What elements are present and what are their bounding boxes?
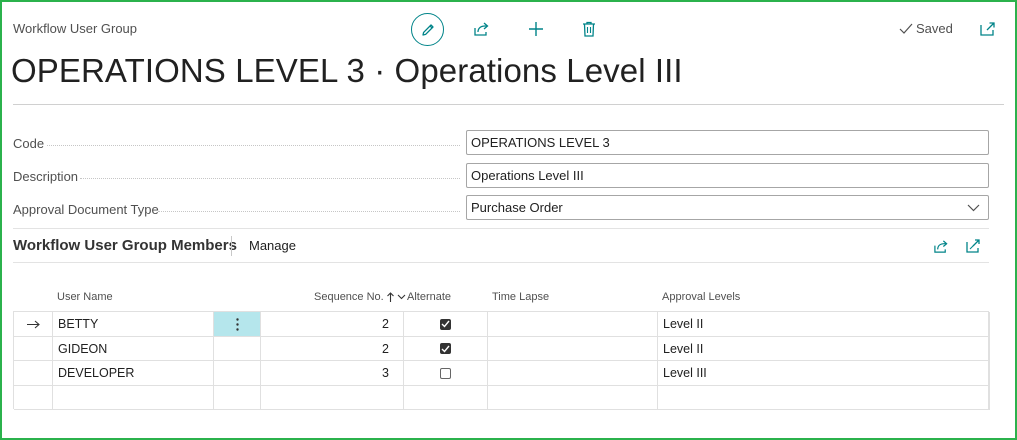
approval-document-type-label: Approval Document Type	[13, 202, 159, 217]
edit-button[interactable]	[411, 13, 444, 46]
user-name-cell[interactable]	[53, 385, 214, 410]
table-row[interactable]: BETTY 2 Level II	[14, 312, 990, 337]
approval-levels-cell[interactable]	[658, 385, 990, 410]
table-row[interactable]: GIDEON 2 Level II	[14, 336, 990, 361]
context-title: Workflow User Group	[13, 21, 138, 36]
share-icon	[934, 239, 948, 253]
code-field[interactable]: OPERATIONS LEVEL 3	[466, 130, 989, 155]
alternate-checkbox[interactable]	[440, 367, 451, 379]
page-title: OPERATIONS LEVEL 3 · Operations Level II…	[11, 52, 683, 89]
chevron-down-icon	[397, 294, 406, 300]
alternate-cell[interactable]	[404, 385, 488, 410]
column-header-sequence-no-label: Sequence No.	[314, 291, 384, 303]
row-indicator	[14, 336, 53, 361]
header-divider	[13, 104, 1004, 105]
sequence-no-cell[interactable]: 3	[261, 361, 404, 385]
row-indicator	[14, 385, 53, 410]
time-lapse-cell[interactable]	[488, 336, 658, 361]
share-button[interactable]	[466, 14, 496, 44]
column-header-alternate[interactable]: Alternate	[407, 291, 451, 303]
share-icon	[473, 22, 488, 36]
new-button[interactable]	[521, 14, 551, 44]
more-vertical-icon	[235, 317, 239, 331]
time-lapse-cell[interactable]	[488, 361, 658, 385]
user-name-cell[interactable]: BETTY	[53, 312, 214, 336]
time-lapse-cell[interactable]	[488, 385, 658, 410]
row-actions-cell[interactable]	[214, 385, 261, 410]
open-new-window-icon	[980, 22, 995, 36]
user-name-cell[interactable]: GIDEON	[53, 336, 214, 361]
column-header-approval-levels[interactable]: Approval Levels	[662, 291, 740, 303]
section-separator	[231, 236, 232, 256]
manage-menu[interactable]: Manage	[249, 238, 296, 253]
alternate-checkbox[interactable]	[440, 343, 451, 354]
delete-button[interactable]	[574, 14, 604, 44]
time-lapse-cell[interactable]	[488, 312, 658, 336]
column-header-user-name[interactable]: User Name	[57, 291, 113, 303]
saved-label: Saved	[916, 21, 953, 36]
column-header-sequence-no[interactable]: Sequence No.	[314, 291, 406, 303]
sequence-no-cell[interactable]: 2	[261, 336, 404, 361]
approval-levels-cell[interactable]: Level II	[658, 312, 990, 336]
approval-document-type-leader	[158, 211, 460, 212]
chevron-down-icon	[967, 204, 980, 211]
fields-divider	[13, 228, 989, 229]
approval-document-type-value: Purchase Order	[471, 200, 563, 215]
alternate-cell	[404, 336, 488, 361]
open-new-window-button[interactable]	[973, 14, 1003, 44]
approval-levels-cell[interactable]: Level III	[658, 361, 990, 385]
members-divider	[13, 262, 989, 263]
alternate-cell	[404, 312, 488, 336]
edit-icon	[421, 23, 434, 36]
sequence-no-cell[interactable]: 2	[261, 312, 404, 336]
description-field[interactable]: Operations Level III	[466, 163, 989, 188]
description-label: Description	[13, 169, 79, 184]
members-grid: BETTY 2 Level II GIDEON 2 Level II DEVEL…	[13, 311, 990, 410]
approval-document-type-select[interactable]: Purchase Order	[466, 195, 989, 220]
delete-icon	[583, 21, 595, 37]
row-actions-cell[interactable]	[214, 361, 261, 385]
checkmark-icon	[899, 23, 913, 34]
plus-icon	[529, 22, 543, 36]
members-section-title[interactable]: Workflow User Group Members	[13, 237, 237, 254]
code-label: Code	[13, 136, 45, 151]
approval-levels-cell[interactable]: Level II	[658, 336, 990, 361]
table-row[interactable]: DEVELOPER 3 Level III	[14, 361, 990, 386]
column-header-time-lapse[interactable]: Time Lapse	[492, 291, 549, 303]
row-actions-cell[interactable]	[214, 336, 261, 361]
row-indicator	[14, 361, 53, 385]
saved-status: Saved	[899, 21, 953, 36]
table-row-new[interactable]	[14, 385, 990, 410]
description-leader	[80, 178, 460, 179]
sequence-no-cell[interactable]	[261, 385, 404, 410]
expand-icon	[965, 239, 980, 253]
alternate-cell	[404, 361, 488, 385]
user-name-cell[interactable]: DEVELOPER	[53, 361, 214, 385]
row-actions-button[interactable]	[214, 312, 261, 336]
code-leader	[47, 145, 460, 146]
row-indicator	[14, 312, 53, 336]
members-share-button[interactable]	[926, 231, 956, 261]
members-expand-button[interactable]	[958, 231, 988, 261]
arrow-right-icon	[26, 320, 40, 328]
sort-ascending-icon	[386, 292, 394, 302]
alternate-checkbox[interactable]	[440, 318, 451, 330]
